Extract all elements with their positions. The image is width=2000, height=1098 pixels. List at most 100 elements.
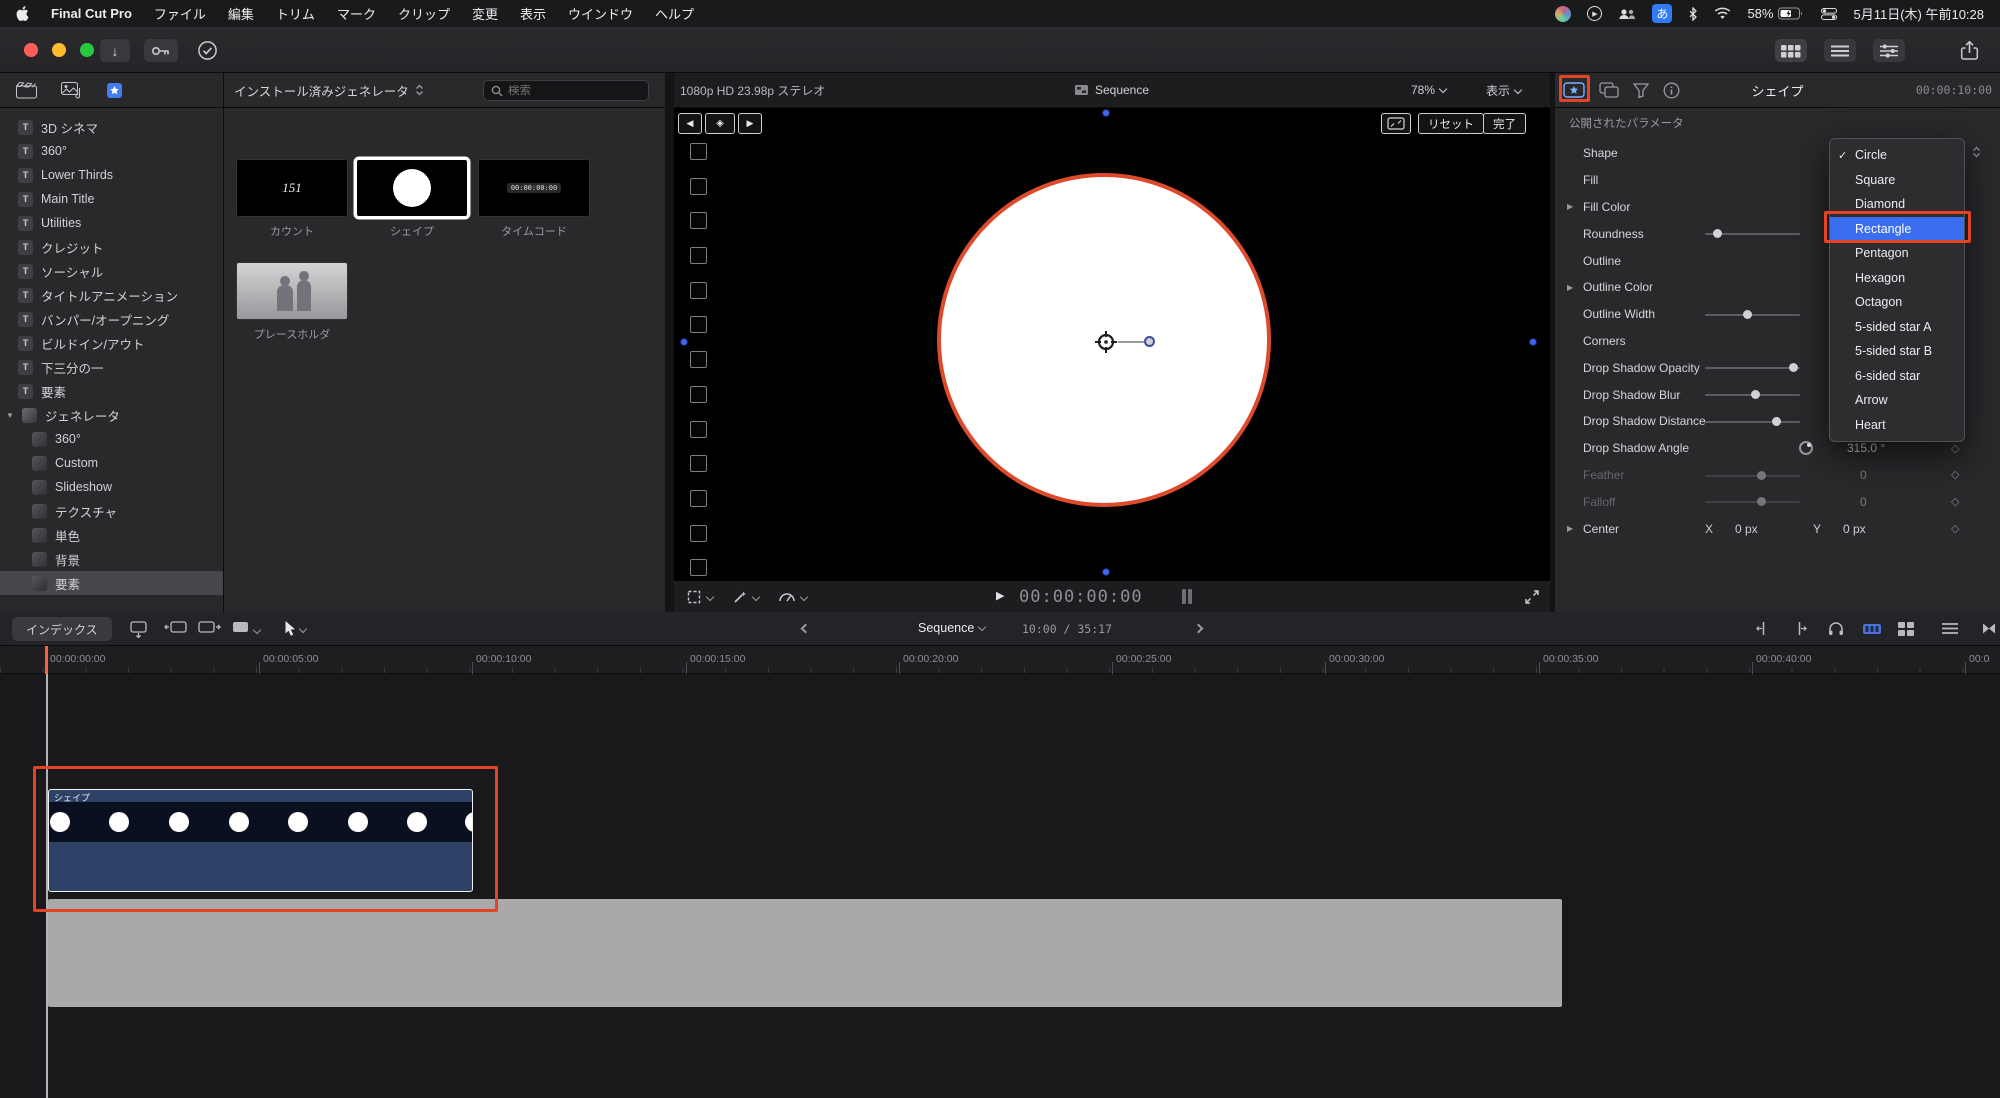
timeline-index-icon[interactable]: [1942, 622, 1958, 635]
shape-generator-clip[interactable]: シェイプ: [48, 789, 473, 892]
close-window-button[interactable]: [24, 43, 38, 57]
popup-stepper-icon[interactable]: [1972, 145, 1981, 159]
menu-item-5-sided-star-a[interactable]: 5-sided star A: [1830, 315, 1964, 340]
add-keyframe-button[interactable]: ◈: [705, 113, 735, 134]
selection-handle-top[interactable]: [1102, 109, 1110, 117]
playhead-ruler-marker[interactable]: [45, 646, 48, 674]
fit-to-window-icon-button[interactable]: [1381, 113, 1411, 134]
sort-chevrons-icon[interactable]: [415, 84, 424, 96]
select-tool-button[interactable]: [284, 620, 308, 637]
trim-tool-icon[interactable]: [1982, 622, 1996, 635]
center-crosshair-handle[interactable]: [1094, 330, 1118, 359]
titles-generators-icon[interactable]: [106, 82, 126, 99]
outline-width-slider[interactable]: [1705, 309, 1800, 319]
menu-window[interactable]: ウインドウ: [568, 4, 633, 23]
app-menu-title[interactable]: Final Cut Pro: [51, 6, 132, 21]
connect-clip-button[interactable]: [130, 621, 154, 638]
menu-item-6-sided-star[interactable]: 6-sided star: [1830, 364, 1964, 389]
browser-view-toggle[interactable]: [1775, 39, 1807, 62]
generator-thumb-count[interactable]: 151: [236, 159, 348, 217]
center-x-value[interactable]: 0 px: [1735, 522, 1758, 536]
drop-shadow-angle-value[interactable]: 315.0 °: [1847, 441, 1885, 455]
next-keyframe-button[interactable]: ▶: [738, 113, 762, 134]
video-inspector-tab[interactable]: [1599, 82, 1619, 98]
sidebar-item-3d-cinematic[interactable]: T 3D シネマ: [0, 115, 223, 139]
selection-handle-bottom[interactable]: [1102, 568, 1110, 576]
sidebar-item-generator-background[interactable]: 背景: [0, 547, 223, 571]
filter-inspector-tab[interactable]: [1633, 82, 1649, 98]
timeline-sequence-menu[interactable]: Sequence: [918, 621, 987, 635]
sidebar-item-generator-solid[interactable]: 単色: [0, 523, 223, 547]
disclosure-right-icon[interactable]: ▶: [1567, 283, 1573, 292]
sidebar-item-build-in-out[interactable]: T ビルドイン/アウト: [0, 331, 223, 355]
insert-clip-button[interactable]: [164, 621, 188, 638]
keyframe-diamond-icon[interactable]: ◇: [1951, 442, 1959, 455]
menu-edit[interactable]: 編集: [228, 4, 254, 23]
enhancements-wand-button[interactable]: [732, 589, 761, 605]
generator-inspector-tab[interactable]: [1563, 81, 1585, 99]
playback-status-icon[interactable]: ▶: [1587, 6, 1603, 21]
snapping-icon[interactable]: [1862, 622, 1882, 636]
control-center-icon[interactable]: [1821, 7, 1838, 20]
keyframe-diamond-icon[interactable]: ◇: [1951, 522, 1959, 535]
fast-user-switch-icon[interactable]: [1618, 8, 1636, 20]
menu-view[interactable]: 表示: [520, 4, 546, 23]
viewer-canvas[interactable]: ◀ ◈ ▶ リセット 完了: [674, 108, 1550, 580]
audio-meters-icon[interactable]: [1182, 589, 1194, 609]
generator-thumb-timecode[interactable]: 00:00:00:00: [478, 159, 590, 217]
timeline-ruler[interactable]: 00:00:00:00 00:00:05:00 00:00:10:00 00:0…: [0, 646, 2000, 674]
timeline-tracks[interactable]: シェイプ: [0, 674, 2000, 1098]
sidebar-item-title-animation[interactable]: T タイトルアニメーション: [0, 283, 223, 307]
menu-item-heart[interactable]: Heart: [1830, 413, 1964, 438]
menu-item-rectangle-highl[interactable]: Rectangle: [1830, 216, 1964, 241]
menu-mark[interactable]: マーク: [337, 4, 376, 23]
sidebar-item-360-titles[interactable]: T 360°: [0, 139, 223, 163]
retime-menu-button[interactable]: [778, 590, 809, 603]
rotation-handle[interactable]: [1144, 336, 1155, 347]
sidebar-item-generator-elements-selected[interactable]: 要素: [0, 571, 223, 595]
menu-item-diamond[interactable]: Diamond: [1830, 192, 1964, 217]
input-method-badge[interactable]: あ: [1652, 4, 1673, 23]
trim-start-icon[interactable]: [1756, 621, 1771, 636]
share-button[interactable]: [1952, 39, 1986, 62]
menu-item-circle[interactable]: ✓ Circle: [1830, 143, 1964, 168]
sidebar-item-generator-custom[interactable]: Custom: [0, 451, 223, 475]
battery-status[interactable]: 58%: [1747, 6, 1805, 21]
gap-clip[interactable]: [48, 899, 1562, 1007]
playhead-line[interactable]: [46, 674, 48, 1098]
sidebar-item-lower-thirds[interactable]: T Lower Thirds: [0, 163, 223, 187]
viewer-zoom-menu[interactable]: 78%: [1411, 83, 1448, 97]
siri-icon[interactable]: [1555, 5, 1572, 22]
menu-help[interactable]: ヘルプ: [655, 4, 694, 23]
param-row-feather[interactable]: Feather 0 ◇: [1555, 462, 2000, 489]
sidebar-item-utilities[interactable]: T Utilities: [0, 211, 223, 235]
menu-clip[interactable]: クリップ: [398, 4, 450, 23]
info-inspector-tab[interactable]: [1663, 82, 1680, 99]
sidebar-item-generator-texture[interactable]: テクスチャ: [0, 499, 223, 523]
minimize-window-button[interactable]: [52, 43, 66, 57]
menu-bar-clock[interactable]: 5月11日(木) 午前10:28: [1853, 4, 1984, 23]
drop-shadow-opacity-slider[interactable]: [1705, 363, 1800, 373]
sidebar-item-bumper-opening[interactable]: T バンパー/オープニング: [0, 307, 223, 331]
center-y-value[interactable]: 0 px: [1843, 522, 1866, 536]
sidebar-item-generator-360[interactable]: 360°: [0, 427, 223, 451]
sidebar-item-generator-slideshow[interactable]: Slideshow: [0, 475, 223, 499]
sidebar-item-lower-third[interactable]: T 下三分の一: [0, 355, 223, 379]
menu-item-hexagon[interactable]: Hexagon: [1830, 266, 1964, 291]
param-row-falloff[interactable]: Falloff 0 ◇: [1555, 488, 2000, 515]
wifi-icon[interactable]: [1714, 7, 1731, 20]
sidebar-item-generators[interactable]: ▼ ジェネレータ: [0, 403, 223, 427]
trim-end-icon[interactable]: [1792, 621, 1807, 636]
sidebar-item-social[interactable]: T ソーシャル: [0, 259, 223, 283]
previous-keyframe-button[interactable]: ◀: [678, 113, 702, 134]
viewer-project-menu[interactable]: Sequence: [1074, 83, 1149, 97]
viewer-view-menu[interactable]: 表示: [1486, 82, 1523, 99]
photos-audio-icon[interactable]: [61, 81, 82, 99]
apple-menu-icon[interactable]: [16, 6, 29, 21]
transform-tool-button[interactable]: [686, 589, 715, 605]
menu-item-5-sided-star-b[interactable]: 5-sided star B: [1830, 339, 1964, 364]
disclosure-open-icon[interactable]: ▼: [6, 411, 14, 420]
overwrite-clip-button[interactable]: [232, 621, 262, 638]
generator-thumb-shape-selected[interactable]: [356, 159, 468, 217]
menu-trim[interactable]: トリム: [276, 4, 315, 23]
